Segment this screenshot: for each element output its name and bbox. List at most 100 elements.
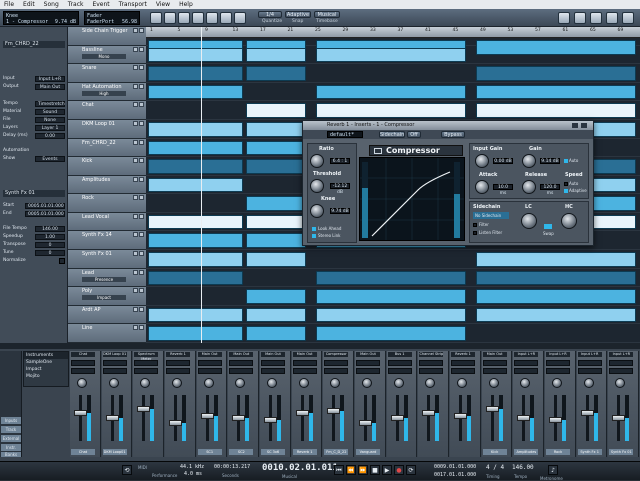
channel-routing[interactable]: Bus 1	[387, 352, 412, 357]
swap-button[interactable]	[544, 224, 552, 229]
normalize-checkbox[interactable]	[59, 257, 65, 264]
track-header[interactable]: Lead Vocal	[68, 212, 146, 232]
insert-slot[interactable]	[71, 360, 95, 366]
send-slot[interactable]	[197, 368, 222, 374]
volume-fader-cap[interactable]	[390, 415, 404, 421]
track-header[interactable]: Kick	[68, 157, 146, 176]
insert-slot[interactable]	[102, 360, 127, 366]
send-slot[interactable]	[451, 368, 475, 374]
mute-tool-icon[interactable]	[220, 12, 232, 24]
insert-slot[interactable]	[166, 360, 190, 366]
volume-fader-cap[interactable]	[327, 408, 341, 415]
send-slot[interactable]	[166, 368, 190, 374]
channel-routing[interactable]: Reverb 1	[451, 352, 475, 357]
track-header[interactable]: Amplitudes	[68, 175, 146, 195]
volume-fader-track[interactable]	[79, 395, 82, 441]
insert-slot[interactable]	[324, 360, 349, 366]
timeline-ruler[interactable]: 1 5 9 13 17 21 25 29 33 37 41 45 49 53 57 61 65 69	[146, 27, 640, 38]
insert-slot[interactable]	[451, 360, 475, 366]
pan-knob[interactable]	[235, 378, 246, 388]
start-field[interactable]: 0005.01.01.000	[25, 202, 65, 209]
volume-fader-track[interactable]	[364, 395, 367, 441]
volume-fader-cap[interactable]	[295, 410, 309, 417]
mute-button[interactable]	[133, 176, 138, 182]
audio-event[interactable]	[246, 196, 306, 211]
channel-routing[interactable]: Spectrum Meter	[134, 352, 159, 361]
audio-event[interactable]	[148, 326, 243, 341]
audio-event[interactable]	[476, 84, 636, 100]
audio-event[interactable]	[476, 252, 636, 267]
mute-button[interactable]	[133, 158, 138, 164]
audio-event[interactable]	[148, 233, 243, 249]
metronome-icon[interactable]: ♪	[548, 465, 558, 475]
insert-slot[interactable]	[356, 360, 380, 366]
speed-auto-radio[interactable]	[564, 181, 568, 186]
channel-name[interactable]: Synth Fx 01	[609, 449, 634, 455]
channel-routing[interactable]: DKM Loop 01	[102, 352, 127, 357]
nav-track[interactable]: Track	[1, 426, 21, 433]
pencil-tool-icon[interactable]	[206, 12, 218, 24]
audio-event[interactable]	[246, 289, 306, 304]
menu-song[interactable]: Song	[44, 1, 59, 8]
release-knob[interactable]	[522, 180, 536, 194]
channel-name[interactable]: Synth Fx 1	[577, 449, 602, 455]
nav-instruments[interactable]: Instr.	[1, 444, 21, 451]
channel-routing[interactable]: Input L+R	[609, 352, 634, 357]
menu-file[interactable]: File	[4, 1, 14, 8]
audio-event[interactable]	[246, 47, 306, 63]
browse-view-icon[interactable]	[590, 12, 602, 24]
audio-event[interactable]	[246, 103, 306, 118]
audio-event[interactable]	[148, 159, 243, 174]
track-sub-select[interactable]: High	[82, 90, 126, 96]
mute-button[interactable]	[133, 195, 138, 201]
mute-button[interactable]	[133, 232, 138, 238]
channel-routing[interactable]: Main Out	[261, 352, 285, 357]
auto-gain-checkbox[interactable]	[564, 158, 568, 163]
solo-button[interactable]	[139, 83, 144, 89]
audio-event[interactable]	[476, 289, 636, 304]
channel-routing[interactable]: Reverb 1	[166, 352, 190, 357]
listen-tool-icon[interactable]	[234, 12, 246, 24]
knee-knob[interactable]	[310, 204, 324, 218]
send-slot[interactable]	[419, 368, 444, 374]
solo-button[interactable]	[139, 213, 144, 219]
pan-knob[interactable]	[330, 378, 341, 388]
eraser-tool-icon[interactable]	[192, 12, 204, 24]
solo-button[interactable]	[139, 195, 144, 201]
pan-knob[interactable]	[362, 378, 372, 388]
volume-fader-cap[interactable]	[485, 405, 499, 412]
solo-button[interactable]	[139, 139, 144, 145]
audio-event[interactable]	[148, 47, 243, 63]
minimize-icon[interactable]	[572, 123, 578, 128]
volume-fader-track[interactable]	[585, 395, 589, 441]
channel-name[interactable]: SC 3x6	[261, 449, 285, 455]
channel-routing[interactable]: Main Out	[292, 352, 317, 357]
send-slot[interactable]	[609, 368, 634, 374]
audio-event[interactable]	[148, 66, 243, 81]
solo-button[interactable]	[139, 176, 144, 182]
track-lane[interactable]	[146, 306, 640, 325]
send-slot[interactable]	[356, 368, 380, 374]
send-slot[interactable]	[229, 368, 254, 374]
audio-event[interactable]	[246, 214, 306, 230]
sidechain-select[interactable]: No Sidechain	[473, 212, 509, 219]
volume-fader-cap[interactable]	[454, 412, 467, 419]
ratio-value[interactable]: 6.4 : 1	[330, 158, 350, 164]
instrument-impact[interactable]: Impact	[24, 366, 68, 373]
solo-button[interactable]	[139, 306, 144, 312]
audio-event[interactable]	[246, 326, 306, 341]
volume-fader-cap[interactable]	[580, 410, 594, 417]
filetempo-field[interactable]: 146.00	[35, 225, 65, 232]
track-lane[interactable]	[146, 250, 640, 269]
volume-fader-cap[interactable]	[264, 417, 277, 424]
track-sub-select[interactable]: Mono	[82, 53, 126, 59]
look-ahead-checkbox[interactable]	[312, 226, 316, 231]
mix-view-icon[interactable]	[574, 12, 586, 24]
delay-field[interactable]: 0.00	[35, 132, 65, 139]
return-to-zero-icon[interactable]: ⏮	[334, 465, 344, 475]
send-slot[interactable]	[546, 368, 570, 374]
volume-fader-track[interactable]	[490, 395, 494, 441]
audio-event[interactable]	[476, 270, 636, 286]
channel-routing[interactable]: Input L+R	[577, 352, 602, 357]
volume-fader-track[interactable]	[427, 395, 431, 441]
